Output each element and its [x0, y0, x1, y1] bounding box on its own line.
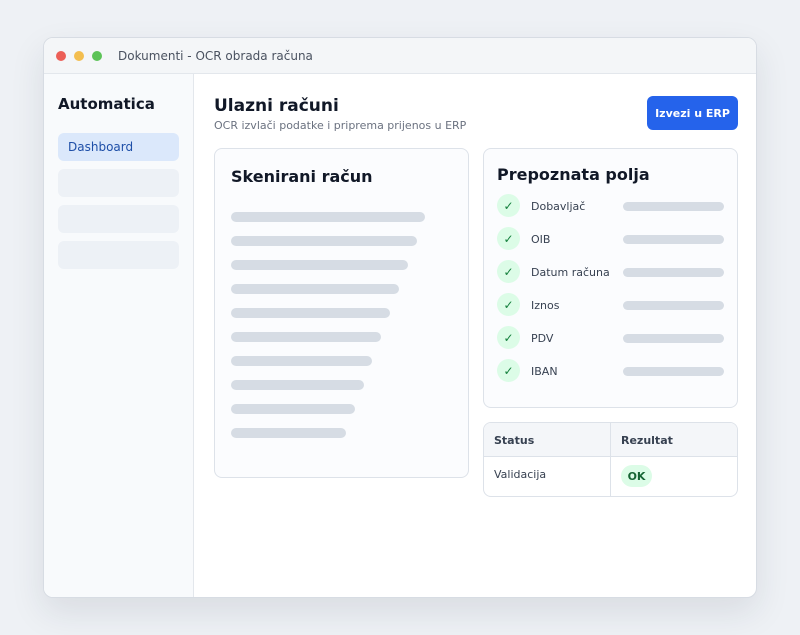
check-icon: ✓: [497, 227, 520, 250]
recognized-fields-card: Prepoznata polja ✓ Dobavljač ✓ OIB ✓ Dat…: [483, 148, 738, 408]
check-icon: ✓: [497, 359, 520, 382]
close-window-button[interactable]: [56, 51, 66, 61]
document-line-placeholder: [231, 380, 364, 390]
sidebar-item-label: Dashboard: [68, 140, 134, 154]
maximize-window-button[interactable]: [92, 51, 102, 61]
field-value-placeholder: [623, 202, 724, 211]
field-label-amount: Iznos: [531, 299, 560, 312]
document-line-placeholder: [231, 308, 390, 318]
app-window: Dokumenti - OCR obrada računa Automatica…: [43, 37, 757, 598]
status-cell: Validacija: [494, 468, 547, 481]
check-icon: ✓: [497, 326, 520, 349]
document-line-placeholder: [231, 332, 381, 342]
page-subtitle: OCR izvlači podatke i priprema prijenos …: [214, 119, 467, 132]
column-header-status: Status: [494, 434, 535, 447]
check-icon: ✓: [497, 293, 520, 316]
sidebar-item-placeholder-1[interactable]: [58, 169, 179, 197]
field-label-oib: OIB: [531, 233, 551, 246]
title-bar: Dokumenti - OCR obrada računa: [44, 38, 756, 74]
field-value-placeholder: [623, 334, 724, 343]
check-icon: ✓: [497, 194, 520, 217]
recognized-fields-title: Prepoznata polja: [497, 165, 650, 184]
document-line-placeholder: [231, 404, 355, 414]
document-line-placeholder: [231, 428, 346, 438]
scanned-invoice-title: Skenirani račun: [231, 167, 373, 186]
document-line-placeholder: [231, 356, 372, 366]
document-line-placeholder: [231, 284, 399, 294]
column-divider: [610, 423, 611, 496]
field-value-placeholder: [623, 367, 724, 376]
field-label-vat: PDV: [531, 332, 554, 345]
sidebar-item-placeholder-2[interactable]: [58, 205, 179, 233]
page-title: Ulazni računi: [214, 96, 339, 116]
sidebar-item-placeholder-3[interactable]: [58, 241, 179, 269]
document-line-placeholder: [231, 212, 425, 222]
sidebar: Automatica Dashboard: [44, 74, 194, 597]
field-label-iban: IBAN: [531, 365, 558, 378]
field-label-invoice-date: Datum računa: [531, 266, 610, 279]
column-header-result: Rezultat: [621, 434, 673, 447]
export-erp-button[interactable]: Izvezi u ERP: [647, 96, 738, 130]
field-value-placeholder: [623, 301, 724, 310]
window-title: Dokumenti - OCR obrada računa: [118, 49, 313, 63]
field-value-placeholder: [623, 235, 724, 244]
document-line-placeholder: [231, 236, 417, 246]
result-status-badge: OK: [621, 465, 652, 487]
sidebar-item-dashboard[interactable]: Dashboard: [58, 133, 179, 161]
brand-name: Automatica: [58, 95, 155, 113]
document-line-placeholder: [231, 260, 408, 270]
scanned-invoice-card: Skenirani račun: [214, 148, 469, 478]
minimize-window-button[interactable]: [74, 51, 84, 61]
check-icon: ✓: [497, 260, 520, 283]
status-table: Status Rezultat Validacija OK: [483, 422, 738, 497]
field-value-placeholder: [623, 268, 724, 277]
field-label-supplier: Dobavljač: [531, 200, 586, 213]
